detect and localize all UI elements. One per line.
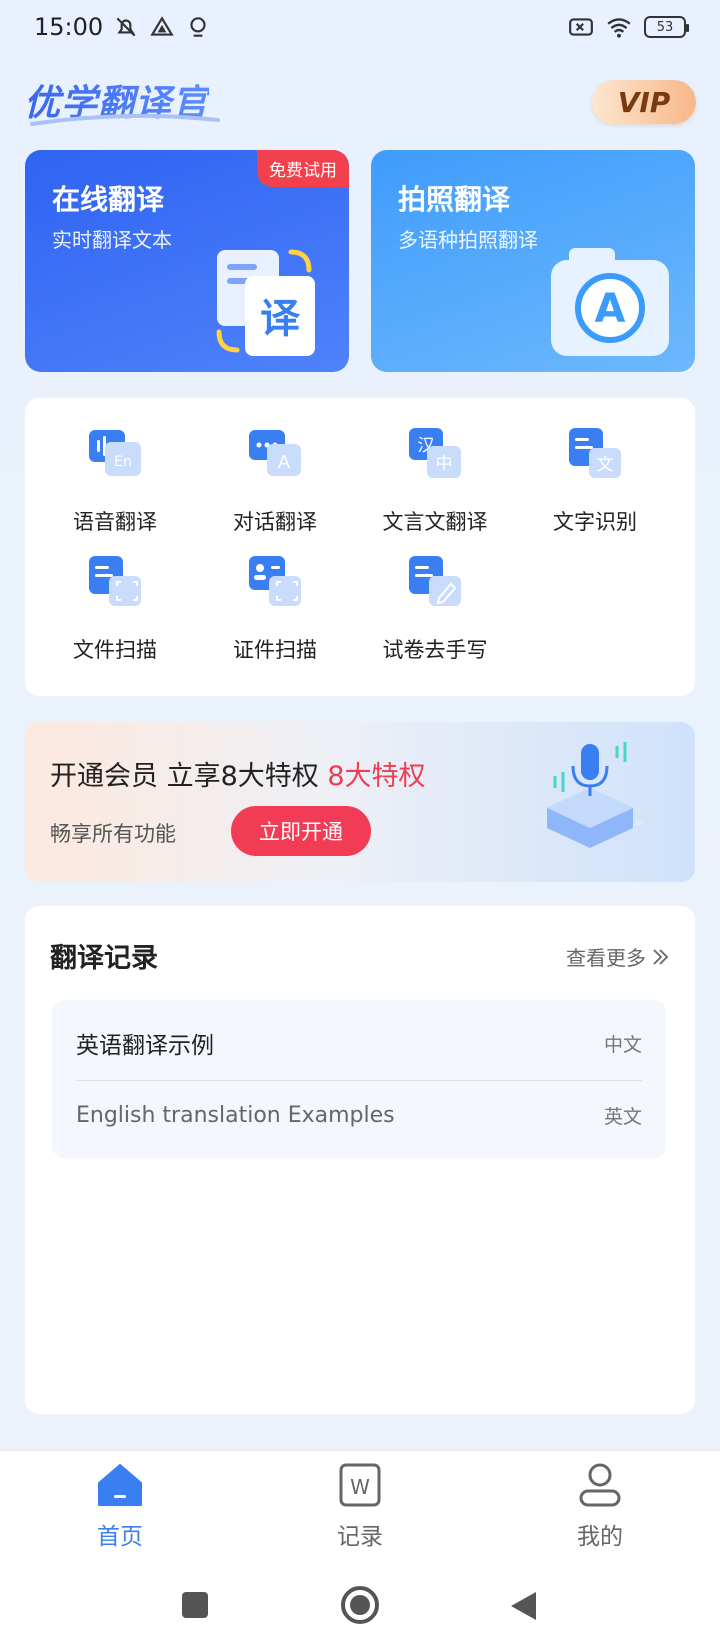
records-icon: W: [339, 1463, 381, 1507]
location-icon: [190, 17, 206, 37]
photo-translate-card[interactable]: 拍照翻译 多语种拍照翻译 A: [371, 150, 695, 372]
battery-indicator: 53: [644, 16, 689, 38]
tab-records[interactable]: W 记录: [290, 1461, 430, 1551]
remove-handwriting-icon: [409, 556, 461, 606]
vip-promo-banner[interactable]: 开通会员 立享8大特权 8大特权 畅享所有功能 立即开通: [25, 722, 695, 882]
back-triangle-icon[interactable]: [508, 1590, 538, 1622]
voice-translate-icon: En: [89, 430, 141, 476]
feature-dialog-translate[interactable]: A 对话翻译: [195, 426, 355, 536]
feature-label: 语音翻译: [73, 510, 157, 534]
record-list: 英语翻译示例 中文 English translation Examples 英…: [52, 1000, 666, 1158]
recents-square-icon[interactable]: [180, 1590, 210, 1620]
promo-headline: 开通会员 立享8大特权 8大特权: [50, 754, 426, 793]
tab-home[interactable]: 首页: [50, 1461, 190, 1551]
tab-label: 记录: [337, 1524, 383, 1550]
dialog-translate-icon: A: [249, 430, 301, 476]
camera-glyph: A: [595, 286, 626, 332]
feature-file-scan[interactable]: 文件扫描: [35, 554, 195, 664]
status-left: 15:00: [34, 13, 211, 41]
feature-voice-translate[interactable]: En 语音翻译: [35, 426, 195, 536]
drive-icon: [150, 16, 174, 36]
tab-label: 我的: [577, 1524, 623, 1550]
status-bar: 15:00 53: [0, 0, 720, 54]
record-lang: 英文: [603, 1106, 642, 1128]
wen-glyph: 文: [597, 455, 614, 475]
feature-label: 对话翻译: [233, 510, 317, 534]
status-right: 53: [568, 14, 689, 40]
feature-label: 证件扫描: [233, 638, 317, 662]
user-icon: [579, 1463, 621, 1507]
online-translate-title: 在线翻译: [52, 183, 165, 216]
feature-label: 文件扫描: [73, 638, 157, 662]
feature-grid: En 语音翻译 A 对话翻译 汉 中 文言文翻译 文 文字识别 文件扫描 证件扫…: [25, 398, 695, 696]
home-circle-icon[interactable]: [340, 1585, 380, 1625]
vip-button[interactable]: VIP: [592, 80, 696, 124]
view-more-link[interactable]: 查看更多: [566, 942, 670, 971]
translation-records: 翻译记录 查看更多 英语翻译示例 中文 English translation …: [25, 906, 695, 1414]
feature-label: 试卷去手写: [382, 638, 488, 662]
feature-id-scan[interactable]: 证件扫描: [195, 554, 355, 664]
home-icon: [98, 1464, 142, 1506]
system-nav-bar: [0, 1570, 720, 1650]
online-translate-card[interactable]: 在线翻译 实时翻译文本 免费试用 译: [25, 150, 349, 372]
camera-icon: A: [551, 248, 669, 356]
records-glyph: W: [350, 1475, 370, 1499]
feature-text-recognize[interactable]: 文 文字识别: [515, 426, 675, 536]
battery-level: 53: [656, 19, 674, 35]
zhong-glyph: 中: [436, 454, 453, 474]
translate-doc-icon: 译: [216, 249, 315, 356]
id-scan-icon: [249, 556, 301, 606]
promo-subtitle: 畅享所有功能: [50, 822, 176, 846]
record-text: English translation Examples: [76, 1103, 395, 1128]
online-translate-subtitle: 实时翻译文本: [52, 228, 172, 252]
records-title: 翻译记录: [50, 943, 158, 974]
double-chevron-right-icon: [653, 948, 669, 965]
free-trial-badge: 免费试用: [257, 150, 349, 187]
file-scan-icon: [89, 556, 141, 606]
microphone-device-icon: [535, 742, 645, 848]
tab-mine[interactable]: 我的: [530, 1461, 670, 1551]
translate-glyph: 译: [260, 296, 301, 342]
text-recognize-icon: 文: [569, 428, 621, 478]
record-item[interactable]: 英语翻译示例 中文: [76, 1026, 642, 1060]
photo-translate-subtitle: 多语种拍照翻译: [398, 228, 538, 252]
activate-now-button[interactable]: 立即开通: [231, 806, 371, 856]
no-sim-icon: [569, 18, 593, 36]
vip-label: VIP: [617, 85, 671, 119]
classical-translate-icon: 汉 中: [409, 428, 461, 478]
dialog-glyph: A: [278, 452, 291, 473]
photo-translate-title: 拍照翻译: [398, 183, 511, 216]
promo-highlight: 8大特权: [327, 761, 426, 792]
title-swoosh-decoration: [30, 113, 220, 126]
feature-label: 文字识别: [553, 510, 637, 534]
feature-classical-translate[interactable]: 汉 中 文言文翻译: [355, 426, 515, 536]
voice-glyph: En: [114, 454, 132, 470]
record-item[interactable]: English translation Examples 英文: [76, 1102, 642, 1129]
record-divider: [76, 1080, 642, 1081]
mute-bell-icon: [116, 17, 136, 37]
feature-label: 文言文翻译: [382, 510, 488, 534]
wifi-icon: [607, 18, 631, 38]
record-lang: 中文: [603, 1033, 642, 1056]
view-more-label: 查看更多: [566, 946, 646, 970]
tab-label: 首页: [97, 1524, 143, 1550]
promo-headline-text: 开通会员 立享8大特权: [50, 761, 319, 792]
bottom-nav: 首页 W 记录 我的: [0, 1450, 720, 1570]
status-time: 15:00: [34, 13, 104, 41]
record-text: 英语翻译示例: [76, 1033, 214, 1059]
feature-remove-handwriting[interactable]: 试卷去手写: [355, 554, 515, 664]
